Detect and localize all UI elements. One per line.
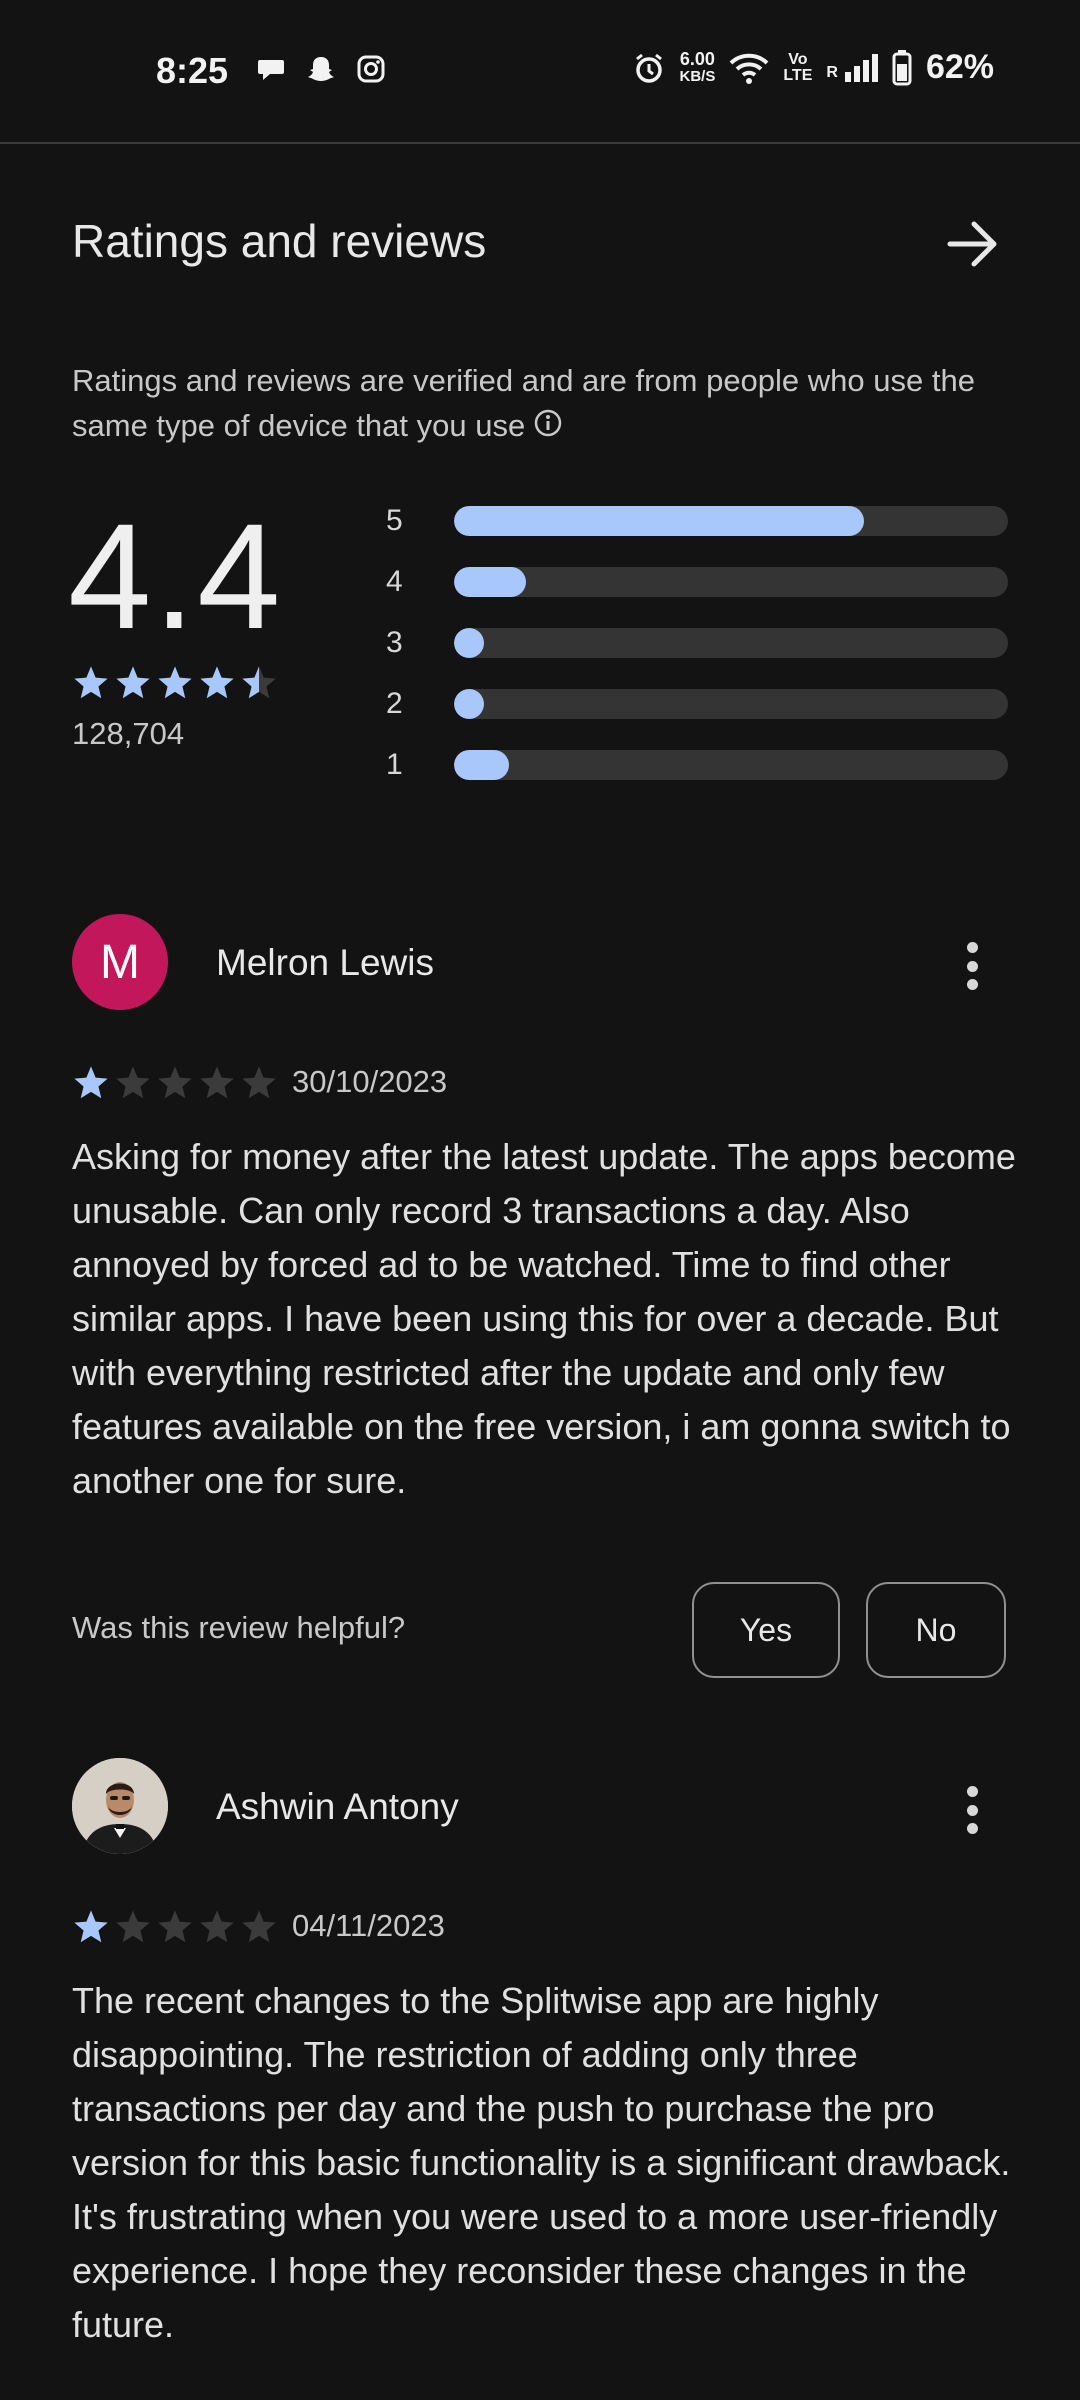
rating-bar-label: 5 (386, 504, 403, 537)
star-icon (200, 666, 234, 699)
review-date: 04/11/2023 (292, 1908, 445, 1943)
system-status: 6.00 KB/S Vo LTE R 62% (632, 48, 994, 87)
rating-bar-track (454, 628, 1008, 658)
avatar: M (72, 914, 168, 1010)
helpful-yes-button[interactable]: Yes (692, 1582, 840, 1678)
star-icon (242, 1066, 276, 1099)
star-icon (242, 1910, 276, 1943)
star-icon (74, 1910, 108, 1943)
rating-bar-fill (454, 750, 510, 780)
rating-bar-label: 1 (386, 748, 403, 781)
network-speed: 6.00 KB/S (679, 48, 716, 85)
alarm-icon (635, 53, 662, 83)
star-icon (158, 666, 192, 699)
battery-percent: 62% (925, 48, 994, 86)
summary-stars (72, 664, 278, 702)
rating-bar-row: 4 (380, 561, 1010, 622)
review-stars (72, 1908, 278, 1946)
helpful-question: Was this review helpful? (72, 1610, 406, 1645)
volte-indicator: Vo LTE (783, 50, 813, 84)
rating-bar-fill (454, 567, 527, 597)
star-icon (200, 1910, 234, 1943)
battery-icon (892, 49, 912, 85)
star-icon (158, 1066, 192, 1099)
reviewer-name: Ashwin Antony (216, 1786, 459, 1827)
review-text: Asking for money after the latest update… (72, 1136, 1016, 1501)
rating-bar-row: 1 (380, 744, 1010, 805)
rating-bar-label: 3 (386, 626, 403, 659)
avatar (72, 1758, 168, 1854)
section-title: Ratings and reviews (72, 215, 487, 267)
status-bar: 8:25 6.00 KB/S Vo LTE R 62% (0, 0, 1080, 144)
rating-bar-track (454, 567, 1008, 597)
notification-icons (256, 54, 386, 84)
rating-bar-fill (454, 628, 484, 658)
arrow-right-icon[interactable] (942, 214, 1002, 274)
snapchat-icon (306, 54, 336, 84)
review-date: 30/10/2023 (292, 1064, 448, 1099)
rating-bar-track (454, 750, 1008, 780)
star-icon (242, 666, 276, 699)
star-icon (158, 1910, 192, 1943)
rating-bar-row: 5 (380, 500, 1010, 561)
profile-photo (72, 1758, 168, 1854)
star-icon (74, 666, 108, 699)
more-options-icon[interactable] (950, 936, 994, 996)
info-icon[interactable] (533, 405, 563, 450)
helpful-no-button[interactable]: No (866, 1582, 1006, 1678)
rating-bar-row: 2 (380, 683, 1010, 744)
star-icon (200, 1066, 234, 1099)
rating-bar-fill (454, 689, 484, 719)
review-stars (72, 1064, 278, 1102)
rating-distribution: 5 4 3 2 1 (380, 500, 1010, 805)
star-icon (74, 1066, 108, 1099)
average-rating: 4.4 (68, 492, 283, 660)
verification-note: Ratings and reviews are verified and are… (72, 358, 1012, 450)
instagram-icon (356, 54, 386, 84)
status-time: 8:25 (156, 50, 229, 91)
wifi-icon (729, 53, 769, 84)
star-icon (116, 1066, 150, 1099)
rating-bar-track (454, 689, 1008, 719)
rating-bar-label: 4 (386, 565, 403, 598)
review-text: The recent changes to the Splitwise app … (72, 1980, 1011, 2345)
rating-bar-track (454, 506, 1008, 536)
reviewer-name: Melron Lewis (216, 942, 434, 983)
chat-bubble-icon (256, 54, 286, 84)
star-icon (116, 666, 150, 699)
rating-bar-label: 2 (386, 687, 403, 720)
star-icon (116, 1910, 150, 1943)
signal-icon: R (826, 53, 878, 82)
rating-bar-row: 3 (380, 622, 1010, 683)
more-options-icon[interactable] (950, 1780, 994, 1840)
rating-count: 128,704 (72, 716, 185, 751)
rating-bar-fill (454, 506, 864, 536)
